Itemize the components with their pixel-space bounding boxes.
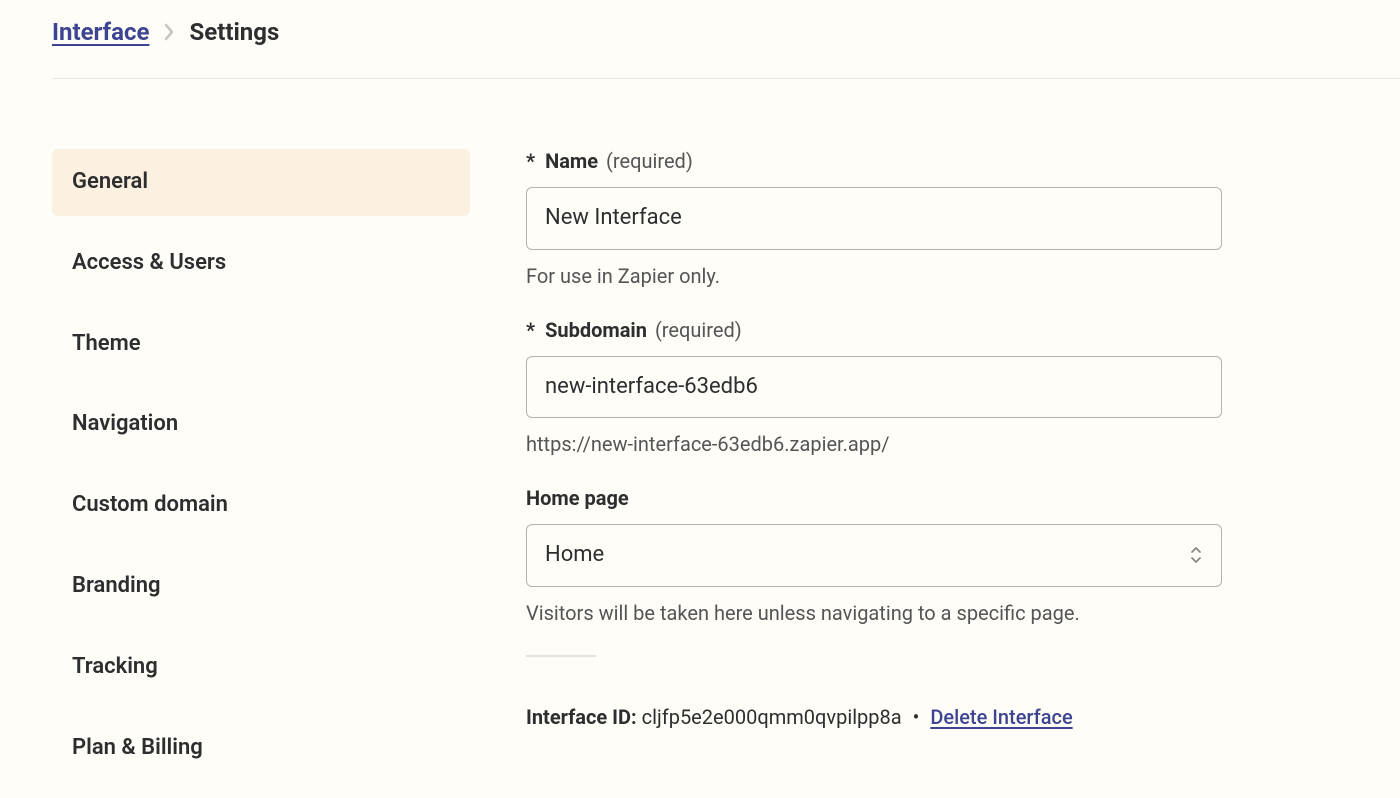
name-help-text: For use in Zapier only.	[526, 264, 1340, 288]
field-subdomain: * Subdomain (required) https://new-inter…	[526, 318, 1340, 457]
subdomain-required-note: (required)	[655, 318, 742, 342]
sidebar-item-branding[interactable]: Branding	[52, 553, 470, 620]
subdomain-label: Subdomain	[545, 318, 647, 342]
homepage-select-value: Home	[545, 541, 604, 570]
sidebar-item-navigation[interactable]: Navigation	[52, 391, 470, 458]
breadcrumb: Interface Settings	[52, 18, 1400, 79]
interface-meta: Interface ID: cljfp5e2e000qmm0qvpilpp8a …	[526, 705, 1340, 729]
sidebar-item-custom-domain[interactable]: Custom domain	[52, 472, 470, 539]
field-homepage: Home page Home Visitors will be taken he…	[526, 486, 1340, 625]
field-name: * Name (required) For use in Zapier only…	[526, 149, 1340, 288]
sidebar-item-theme[interactable]: Theme	[52, 311, 470, 378]
name-required-note: (required)	[606, 149, 693, 173]
settings-sidebar: General Access & Users Theme Navigation …	[52, 149, 470, 795]
interface-id-value: cljfp5e2e000qmm0qvpilpp8a	[642, 705, 902, 729]
required-star: *	[526, 318, 535, 342]
name-input[interactable]	[526, 187, 1222, 250]
breadcrumb-link-interface[interactable]: Interface	[52, 18, 149, 46]
sidebar-item-plan-billing[interactable]: Plan & Billing	[52, 715, 470, 782]
homepage-label: Home page	[526, 486, 629, 510]
breadcrumb-current: Settings	[189, 18, 279, 46]
required-star: *	[526, 149, 535, 173]
sidebar-item-general[interactable]: General	[52, 149, 470, 216]
interface-id-label: Interface ID:	[526, 705, 637, 729]
sidebar-item-access-users[interactable]: Access & Users	[52, 230, 470, 297]
sidebar-item-tracking[interactable]: Tracking	[52, 634, 470, 701]
subdomain-help-text: https://new-interface-63edb6.zapier.app/	[526, 432, 1340, 456]
bullet-separator: •	[913, 705, 920, 729]
homepage-help-text: Visitors will be taken here unless navig…	[526, 601, 1340, 625]
delete-interface-link[interactable]: Delete Interface	[930, 705, 1072, 729]
chevron-up-down-icon	[1189, 546, 1203, 564]
section-divider	[526, 655, 596, 657]
settings-content: * Name (required) For use in Zapier only…	[526, 149, 1400, 795]
name-label: Name	[545, 149, 598, 173]
chevron-right-icon	[163, 23, 175, 41]
subdomain-input[interactable]	[526, 356, 1222, 419]
homepage-select[interactable]: Home	[526, 524, 1222, 587]
